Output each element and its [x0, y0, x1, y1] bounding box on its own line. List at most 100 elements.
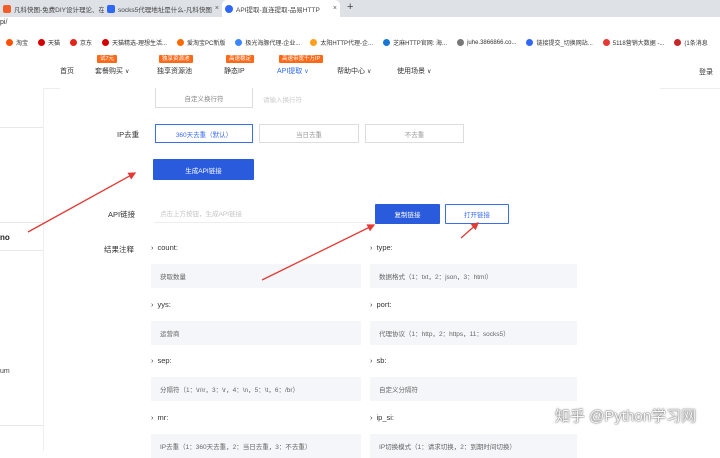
bookmark-label: 太阳HTTP代理-企...: [320, 41, 374, 47]
nav-item[interactable]: 套餐购买 ∨: [95, 66, 129, 76]
tab-title: 凡科快图-免费DIY设计理论、在线: [14, 6, 104, 14]
bookmark-favicon-icon: [602, 39, 610, 46]
custom-separator-option[interactable]: 自定义换行符: [155, 88, 253, 108]
chevron-right-icon: ›: [151, 243, 154, 252]
browser-tab-1[interactable]: 凡科快图-免费DIY设计理论、在线 ×: [0, 0, 104, 17]
results-label: 结果注释: [104, 245, 134, 254]
bookmark-item[interactable]: 太阳HTTP代理-企...: [310, 38, 373, 47]
address-bar[interactable]: [0, 17, 720, 33]
chevron-down-icon: ∨: [367, 69, 372, 75]
bookmark-item[interactable]: 链接提交_切换网站...: [526, 38, 593, 47]
param-description: IP去重（1：360天去重，2：当日去重，3：不去重）: [151, 434, 361, 458]
nav-item-label: 独享资源池: [157, 68, 192, 75]
divider: [0, 425, 43, 426]
divider: [0, 127, 43, 128]
dedup-option-none[interactable]: 不去重: [365, 124, 464, 143]
generate-api-link-button[interactable]: 生成API链接: [153, 159, 254, 180]
nav-item-label: API提取: [277, 68, 303, 75]
bookmark-label: 爱淘宝PC新版: [187, 41, 226, 47]
nav-item[interactable]: 帮助中心 ∨: [337, 66, 371, 76]
browser-tab-2[interactable]: socks5代理地址是什么-凡科快图 ×: [104, 0, 222, 17]
divider: [0, 222, 43, 223]
chevron-right-icon: ›: [370, 356, 373, 365]
bookmark-favicon-icon: [70, 39, 78, 46]
nav-item[interactable]: 首页: [60, 66, 74, 76]
dedup-label: IP去重: [117, 130, 140, 139]
left-panel-text: no: [0, 233, 10, 242]
param-name: › yys:: [151, 300, 171, 309]
copy-link-button[interactable]: 复制链接: [375, 204, 440, 224]
tab-favicon-icon: [225, 4, 233, 13]
bookmark-label: 芝麻HTTP官网: 海...: [393, 41, 448, 47]
left-panel-text: um: [0, 368, 10, 375]
bookmark-favicon-icon: [310, 39, 318, 46]
close-icon[interactable]: ×: [212, 5, 219, 12]
bookmark-favicon-icon: [674, 39, 682, 46]
tab-title: socks5代理地址是什么-凡科快图: [118, 6, 212, 14]
chevron-right-icon: ›: [370, 300, 373, 309]
address-text[interactable]: pi/: [0, 19, 7, 26]
bookmark-label: 链接提交_切换网站...: [536, 41, 593, 47]
bookmark-item[interactable]: 天猫精选-理想生活...: [102, 38, 167, 47]
separator-input[interactable]: 请输入换行符: [263, 94, 302, 104]
nav-item[interactable]: 使用场景 ∨: [397, 66, 431, 76]
param-description: 自定义分隔符: [370, 377, 577, 401]
close-icon[interactable]: ×: [330, 5, 337, 12]
dedup-option-360[interactable]: 360天去重（默认）: [155, 124, 253, 143]
chevron-right-icon: ›: [370, 243, 373, 252]
bookmark-label: (1条消息: [684, 41, 708, 47]
chevron-down-icon: ∨: [427, 69, 432, 75]
nav-item-label: 帮助中心: [337, 68, 365, 75]
param-name: › sb:: [370, 356, 387, 365]
nav-item[interactable]: API提取 ∨: [277, 66, 309, 76]
login-link[interactable]: 登录: [699, 67, 713, 77]
bookmarks-bar: 淘宝 天猫 京东 天猫精选-理想生活... 爱淘宝PC新版 极光海豚代理-企业... 太阳H…: [0, 33, 720, 53]
param-name-text: port:: [376, 300, 392, 309]
nav-badge: 高速带宽千万IP: [279, 55, 324, 63]
bookmark-item[interactable]: 京东: [70, 38, 92, 47]
nav-badge: 试7元: [97, 55, 118, 63]
nav-item-label: 首页: [60, 68, 74, 75]
nav-badge: 高速稳定: [226, 55, 255, 63]
chevron-right-icon: ›: [151, 356, 154, 365]
nav-badge: 独享资源池: [159, 55, 193, 63]
bookmark-favicon-icon: [177, 39, 185, 46]
bookmark-item[interactable]: (1条消息: [674, 38, 708, 47]
open-link-button[interactable]: 打开链接: [445, 204, 509, 224]
param-name: › ip_si:: [370, 413, 394, 422]
bookmark-item[interactable]: 爱淘宝PC新版: [177, 38, 225, 47]
bookmark-item[interactable]: juhe.3866866.co...: [457, 39, 516, 46]
bookmark-favicon-icon: [102, 39, 110, 46]
nav-item[interactable]: 静态IP: [224, 66, 245, 76]
nav-item-label: 使用场景: [397, 68, 425, 75]
tab-favicon-icon: [107, 4, 115, 13]
bookmark-item[interactable]: 极光海豚代理-企业...: [235, 38, 300, 47]
bookmark-item[interactable]: 5118营销大数据 -...: [602, 38, 664, 47]
bookmark-item[interactable]: 天猫: [38, 38, 60, 47]
param-name: › type:: [370, 243, 393, 252]
param-name-text: yys:: [157, 300, 171, 309]
new-tab-button[interactable]: +: [347, 1, 353, 13]
chevron-right-icon: ›: [151, 413, 154, 422]
nav-item-label: 静态IP: [224, 68, 245, 75]
bookmark-favicon-icon: [38, 39, 46, 46]
chevron-right-icon: ›: [370, 413, 373, 422]
nav-item[interactable]: 独享资源池: [157, 66, 192, 76]
watermark: 知乎 @Python学习网: [555, 408, 697, 425]
browser-tab-3-active[interactable]: API提取-直连提取-品易HTTP ×: [222, 0, 340, 17]
bookmark-favicon-icon: [457, 39, 465, 46]
nav-item-label: 套餐购买: [95, 68, 123, 75]
param-name-text: sb:: [376, 356, 387, 365]
bookmark-favicon-icon: [526, 39, 534, 46]
param-name: › mr:: [151, 413, 168, 422]
bookmark-item[interactable]: 芝麻HTTP官网: 海...: [383, 38, 447, 47]
api-link-input[interactable]: 点击上方按钮，生成API链接: [154, 203, 372, 223]
param-description: IP切换模式（1：请求切换，2：到期时间切换）: [370, 434, 577, 458]
tab-favicon-icon: [3, 4, 11, 13]
param-name-text: type:: [376, 243, 393, 252]
bookmark-item[interactable]: 淘宝: [6, 38, 28, 47]
left-panel: [0, 88, 44, 451]
param-description: 代理协议（1：http，2：https，11：socks5）: [370, 321, 577, 345]
param-name-text: count:: [157, 243, 178, 252]
dedup-option-today[interactable]: 当日去重: [259, 124, 359, 143]
